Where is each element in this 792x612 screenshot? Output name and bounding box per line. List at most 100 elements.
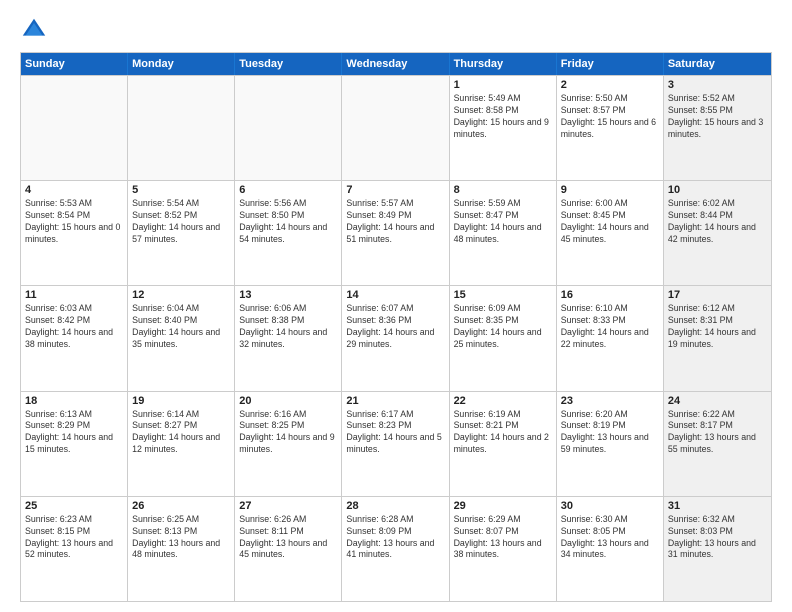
cell-info: Sunrise: 6:20 AM Sunset: 8:19 PM Dayligh… xyxy=(561,409,659,457)
day-number: 14 xyxy=(346,289,444,301)
day-number: 29 xyxy=(454,500,552,512)
cell-info: Sunrise: 5:53 AM Sunset: 8:54 PM Dayligh… xyxy=(25,198,123,246)
logo xyxy=(20,16,52,44)
cell-info: Sunrise: 6:23 AM Sunset: 8:15 PM Dayligh… xyxy=(25,514,123,562)
cell-info: Sunrise: 6:10 AM Sunset: 8:33 PM Dayligh… xyxy=(561,303,659,351)
day-number: 17 xyxy=(668,289,767,301)
calendar-cell-8: 8 Sunrise: 5:59 AM Sunset: 8:47 PM Daylig… xyxy=(450,181,557,285)
weekday-header-sunday: Sunday xyxy=(21,53,128,75)
calendar-cell-22: 22 Sunrise: 6:19 AM Sunset: 8:21 PM Dayli… xyxy=(450,392,557,496)
calendar-cell-13: 13Sunrise: 6:06 AM Sunset: 8:38 PM Dayli… xyxy=(235,286,342,390)
calendar-cell-empty-0-0 xyxy=(21,76,128,180)
day-number: 26 xyxy=(132,500,230,512)
day-number: 8 xyxy=(454,184,552,196)
calendar-cell-9: 9 Sunrise: 6:00 AM Sunset: 8:45 PM Daylig… xyxy=(557,181,664,285)
weekday-header-saturday: Saturday xyxy=(664,53,771,75)
cell-info: Sunrise: 5:57 AM Sunset: 8:49 PM Dayligh… xyxy=(346,198,444,246)
day-number: 27 xyxy=(239,500,337,512)
cell-info: Sunrise: 5:54 AM Sunset: 8:52 PM Dayligh… xyxy=(132,198,230,246)
day-number: 11 xyxy=(25,289,123,301)
cell-info: Sunrise: 6:30 AM Sunset: 8:05 PM Dayligh… xyxy=(561,514,659,562)
weekday-header-thursday: Thursday xyxy=(450,53,557,75)
cell-info: Sunrise: 6:04 AM Sunset: 8:40 PM Dayligh… xyxy=(132,303,230,351)
calendar-cell-14: 14 Sunrise: 6:07 AM Sunset: 8:36 PM Dayli… xyxy=(342,286,449,390)
weekday-header-monday: Monday xyxy=(128,53,235,75)
calendar-cell-11: 11 Sunrise: 6:03 AM Sunset: 8:42 PM Dayli… xyxy=(21,286,128,390)
cell-info: Sunrise: 6:32 AM Sunset: 8:03 PM Dayligh… xyxy=(668,514,767,562)
cell-info: Sunrise: 6:02 AM Sunset: 8:44 PM Dayligh… xyxy=(668,198,767,246)
day-number: 23 xyxy=(561,395,659,407)
day-number: 6 xyxy=(239,184,337,196)
cell-info: Sunrise: 6:26 AM Sunset: 8:11 PM Dayligh… xyxy=(239,514,337,562)
cell-info: Sunrise: 6:12 AM Sunset: 8:31 PM Dayligh… xyxy=(668,303,767,351)
day-number: 2 xyxy=(561,79,659,91)
calendar-cell-26: 26Sunrise: 6:25 AM Sunset: 8:13 PM Dayli… xyxy=(128,497,235,601)
day-number: 21 xyxy=(346,395,444,407)
cell-info: Sunrise: 6:07 AM Sunset: 8:36 PM Dayligh… xyxy=(346,303,444,351)
calendar-cell-28: 28 Sunrise: 6:28 AM Sunset: 8:09 PM Dayli… xyxy=(342,497,449,601)
cell-info: Sunrise: 6:19 AM Sunset: 8:21 PM Dayligh… xyxy=(454,409,552,457)
calendar-cell-15: 15Sunrise: 6:09 AM Sunset: 8:35 PM Dayli… xyxy=(450,286,557,390)
calendar-cell-empty-0-3 xyxy=(342,76,449,180)
day-number: 5 xyxy=(132,184,230,196)
cell-info: Sunrise: 5:59 AM Sunset: 8:47 PM Dayligh… xyxy=(454,198,552,246)
cell-info: Sunrise: 5:52 AM Sunset: 8:55 PM Dayligh… xyxy=(668,93,767,141)
calendar-row-4: 25 Sunrise: 6:23 AM Sunset: 8:15 PM Dayli… xyxy=(21,496,771,601)
calendar-row-2: 11 Sunrise: 6:03 AM Sunset: 8:42 PM Dayli… xyxy=(21,285,771,390)
day-number: 16 xyxy=(561,289,659,301)
calendar-cell-31: 31 Sunrise: 6:32 AM Sunset: 8:03 PM Dayli… xyxy=(664,497,771,601)
cell-info: Sunrise: 6:22 AM Sunset: 8:17 PM Dayligh… xyxy=(668,409,767,457)
day-number: 3 xyxy=(668,79,767,91)
calendar-row-0: 1 Sunrise: 5:49 AM Sunset: 8:58 PM Daylig… xyxy=(21,75,771,180)
calendar-cell-7: 7 Sunrise: 5:57 AM Sunset: 8:49 PM Daylig… xyxy=(342,181,449,285)
calendar-cell-24: 24 Sunrise: 6:22 AM Sunset: 8:17 PM Dayli… xyxy=(664,392,771,496)
cell-info: Sunrise: 5:49 AM Sunset: 8:58 PM Dayligh… xyxy=(454,93,552,141)
calendar-cell-3: 3 Sunrise: 5:52 AM Sunset: 8:55 PM Daylig… xyxy=(664,76,771,180)
cell-info: Sunrise: 6:17 AM Sunset: 8:23 PM Dayligh… xyxy=(346,409,444,457)
calendar-cell-1: 1 Sunrise: 5:49 AM Sunset: 8:58 PM Daylig… xyxy=(450,76,557,180)
day-number: 1 xyxy=(454,79,552,91)
calendar-cell-empty-0-1 xyxy=(128,76,235,180)
cell-info: Sunrise: 6:16 AM Sunset: 8:25 PM Dayligh… xyxy=(239,409,337,457)
day-number: 10 xyxy=(668,184,767,196)
calendar-cell-30: 30Sunrise: 6:30 AM Sunset: 8:05 PM Dayli… xyxy=(557,497,664,601)
cell-info: Sunrise: 6:14 AM Sunset: 8:27 PM Dayligh… xyxy=(132,409,230,457)
calendar-cell-10: 10 Sunrise: 6:02 AM Sunset: 8:44 PM Dayli… xyxy=(664,181,771,285)
calendar-body: 1 Sunrise: 5:49 AM Sunset: 8:58 PM Daylig… xyxy=(21,75,771,601)
day-number: 7 xyxy=(346,184,444,196)
calendar-cell-4: 4 Sunrise: 5:53 AM Sunset: 8:54 PM Daylig… xyxy=(21,181,128,285)
calendar-cell-29: 29 Sunrise: 6:29 AM Sunset: 8:07 PM Dayli… xyxy=(450,497,557,601)
cell-info: Sunrise: 5:50 AM Sunset: 8:57 PM Dayligh… xyxy=(561,93,659,141)
cell-info: Sunrise: 6:13 AM Sunset: 8:29 PM Dayligh… xyxy=(25,409,123,457)
day-number: 12 xyxy=(132,289,230,301)
day-number: 22 xyxy=(454,395,552,407)
cell-info: Sunrise: 6:03 AM Sunset: 8:42 PM Dayligh… xyxy=(25,303,123,351)
cell-info: Sunrise: 6:09 AM Sunset: 8:35 PM Dayligh… xyxy=(454,303,552,351)
day-number: 31 xyxy=(668,500,767,512)
page: SundayMondayTuesdayWednesdayThursdayFrid… xyxy=(0,0,792,612)
day-number: 28 xyxy=(346,500,444,512)
cell-info: Sunrise: 6:28 AM Sunset: 8:09 PM Dayligh… xyxy=(346,514,444,562)
weekday-header-tuesday: Tuesday xyxy=(235,53,342,75)
calendar-row-3: 18Sunrise: 6:13 AM Sunset: 8:29 PM Dayli… xyxy=(21,391,771,496)
calendar-cell-20: 20Sunrise: 6:16 AM Sunset: 8:25 PM Dayli… xyxy=(235,392,342,496)
cell-info: Sunrise: 5:56 AM Sunset: 8:50 PM Dayligh… xyxy=(239,198,337,246)
weekday-header-friday: Friday xyxy=(557,53,664,75)
calendar-cell-23: 23 Sunrise: 6:20 AM Sunset: 8:19 PM Dayli… xyxy=(557,392,664,496)
calendar-cell-21: 21 Sunrise: 6:17 AM Sunset: 8:23 PM Dayli… xyxy=(342,392,449,496)
calendar-cell-empty-0-2 xyxy=(235,76,342,180)
calendar-row-1: 4 Sunrise: 5:53 AM Sunset: 8:54 PM Daylig… xyxy=(21,180,771,285)
cell-info: Sunrise: 6:00 AM Sunset: 8:45 PM Dayligh… xyxy=(561,198,659,246)
calendar-cell-5: 5 Sunrise: 5:54 AM Sunset: 8:52 PM Daylig… xyxy=(128,181,235,285)
calendar-cell-25: 25 Sunrise: 6:23 AM Sunset: 8:15 PM Dayli… xyxy=(21,497,128,601)
calendar-cell-27: 27 Sunrise: 6:26 AM Sunset: 8:11 PM Dayli… xyxy=(235,497,342,601)
day-number: 25 xyxy=(25,500,123,512)
calendar-cell-6: 6 Sunrise: 5:56 AM Sunset: 8:50 PM Daylig… xyxy=(235,181,342,285)
day-number: 9 xyxy=(561,184,659,196)
day-number: 4 xyxy=(25,184,123,196)
calendar-cell-12: 12 Sunrise: 6:04 AM Sunset: 8:40 PM Dayli… xyxy=(128,286,235,390)
calendar-cell-2: 2 Sunrise: 5:50 AM Sunset: 8:57 PM Daylig… xyxy=(557,76,664,180)
day-number: 24 xyxy=(668,395,767,407)
calendar-cell-16: 16 Sunrise: 6:10 AM Sunset: 8:33 PM Dayli… xyxy=(557,286,664,390)
cell-info: Sunrise: 6:29 AM Sunset: 8:07 PM Dayligh… xyxy=(454,514,552,562)
